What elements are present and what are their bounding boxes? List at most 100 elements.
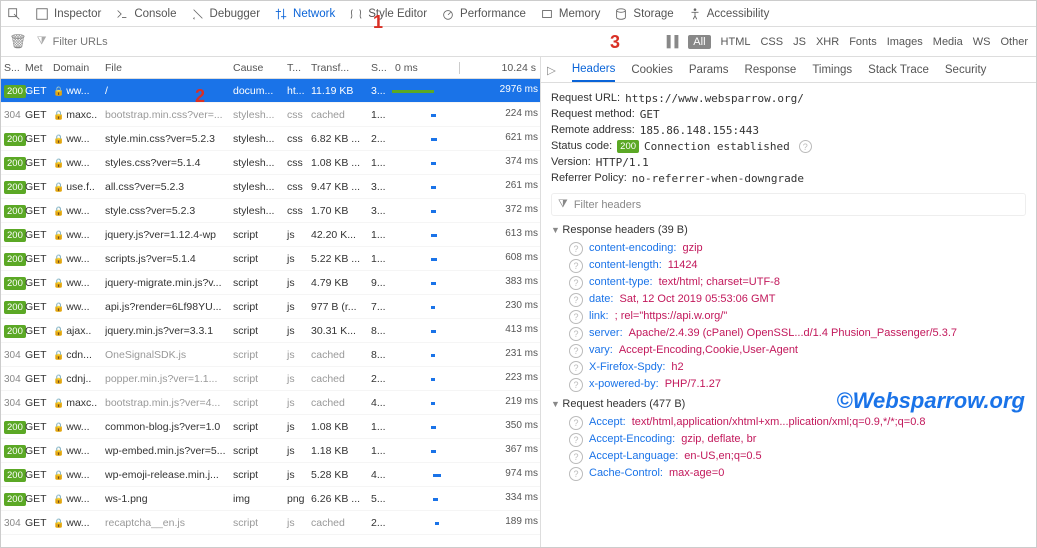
filter-icon: ⧩ <box>558 198 568 211</box>
header-line: ?Cache-Control max-age=0 <box>569 467 1026 481</box>
table-row[interactable]: 200GET🔒ww...wp-embed.min.js?ver=5...scri… <box>1 439 540 463</box>
header-line: ?Accept-Language en-US,en;q=0.5 <box>569 450 1026 464</box>
col-waterfall[interactable]: 0 ms10.24 s <box>391 62 540 74</box>
help-icon[interactable]: ? <box>569 433 583 447</box>
summary-status-k: Status code: <box>551 140 612 153</box>
col-file[interactable]: File <box>105 62 233 74</box>
filter-url-input[interactable] <box>53 36 163 48</box>
filter-types: ▐▐ All HTML CSS JS XHR Fonts Images Medi… <box>663 35 1028 49</box>
tool-picker[interactable] <box>7 7 21 21</box>
tool-style-editor[interactable]: Style Editor <box>349 7 427 21</box>
table-row[interactable]: 304GET🔒maxc..bootstrap.min.js?ver=4...sc… <box>1 391 540 415</box>
table-row[interactable]: 200GET🔒ww...styles.css?ver=5.1.4stylesh.… <box>1 151 540 175</box>
filter-other[interactable]: Other <box>1000 36 1028 48</box>
tab-response[interactable]: Response <box>745 59 797 81</box>
col-cause[interactable]: Cause <box>233 62 287 74</box>
trash-icon[interactable]: 🗑 <box>9 33 27 50</box>
filter-html[interactable]: HTML <box>721 36 751 48</box>
summary-remote-k: Remote address: <box>551 124 635 137</box>
pause-icon[interactable]: ▐▐ <box>663 36 679 48</box>
filter-xhr[interactable]: XHR <box>816 36 839 48</box>
help-icon[interactable]: ? <box>569 242 583 256</box>
table-row[interactable]: 304GET🔒cdn...OneSignalSDK.jsscriptjscach… <box>1 343 540 367</box>
col-type[interactable]: T... <box>287 62 311 74</box>
help-icon[interactable]: ? <box>569 467 583 481</box>
tool-network[interactable]: Network <box>274 7 335 21</box>
help-icon[interactable]: ? <box>569 450 583 464</box>
header-line: ?X-Firefox-Spdy h2 <box>569 361 1026 375</box>
filter-icon: ⧩ <box>37 35 47 48</box>
detail-tabs: ▷ Headers Cookies Params Response Timing… <box>541 57 1036 83</box>
col-domain[interactable]: Domain <box>53 62 105 74</box>
help-icon[interactable]: ? <box>569 416 583 430</box>
table-row[interactable]: 304GET🔒maxc..bootstrap.min.css?ver=...st… <box>1 103 540 127</box>
summary-ref-v: no-referrer-when-downgrade <box>632 172 804 185</box>
table-row[interactable]: 200GET🔒ww...style.min.css?ver=5.2.3style… <box>1 127 540 151</box>
filter-all[interactable]: All <box>688 35 710 49</box>
header-line: ?server Apache/2.4.39 (cPanel) OpenSSL..… <box>569 327 1026 341</box>
info-icon[interactable]: ? <box>799 140 812 153</box>
summary-status-code: 200 <box>617 140 639 153</box>
table-row[interactable]: 200GET🔒ww.../docum...ht...11.19 KB3...29… <box>1 79 540 103</box>
toggle-raw-icon[interactable]: ▷ <box>547 63 556 77</box>
filter-headers-box[interactable]: ⧩Filter headers <box>551 193 1026 216</box>
table-row[interactable]: 200GET🔒ww...wp-emoji-release.min.j...scr… <box>1 463 540 487</box>
filter-js[interactable]: JS <box>793 36 806 48</box>
col-method[interactable]: Met <box>25 62 53 74</box>
tab-cookies[interactable]: Cookies <box>631 59 673 81</box>
table-row[interactable]: 200GET🔒ww...api.js?render=6Lf98YU...scri… <box>1 295 540 319</box>
table-row[interactable]: 200GET🔒ww...style.css?ver=5.2.3stylesh..… <box>1 199 540 223</box>
summary-method-k: Request method: <box>551 108 635 121</box>
table-row[interactable]: 304GET🔒ww...recaptcha__en.jsscriptjscach… <box>1 511 540 535</box>
summary-url-v: https://www.websparrow.org/ <box>625 92 804 105</box>
header-line: ?content-length 11424 <box>569 259 1026 273</box>
help-icon[interactable]: ? <box>569 293 583 307</box>
col-transferred[interactable]: Transf... <box>311 62 371 74</box>
tab-params[interactable]: Params <box>689 59 729 81</box>
tool-console[interactable]: Console <box>115 7 176 21</box>
tool-debugger[interactable]: Debugger <box>191 7 261 21</box>
help-icon[interactable]: ? <box>569 327 583 341</box>
tab-timings[interactable]: Timings <box>812 59 852 81</box>
table-row[interactable]: 200GET🔒ww...common-blog.js?ver=1.0script… <box>1 415 540 439</box>
table-row[interactable]: 200GET🔒ww...scripts.js?ver=5.1.4scriptjs… <box>1 247 540 271</box>
filter-css[interactable]: CSS <box>760 36 783 48</box>
table-row[interactable]: 304GET🔒cdnj..popper.min.js?ver=1.1...scr… <box>1 367 540 391</box>
table-row[interactable]: 200GET🔒ww...jquery-migrate.min.js?v...sc… <box>1 271 540 295</box>
help-icon[interactable]: ? <box>569 378 583 392</box>
filter-images[interactable]: Images <box>887 36 923 48</box>
col-size[interactable]: S... <box>371 62 391 74</box>
filter-ws[interactable]: WS <box>973 36 991 48</box>
table-row[interactable]: 200GET🔒ww...ws-1.pngimgpng6.26 KB ...5..… <box>1 487 540 511</box>
tool-accessibility[interactable]: Accessibility <box>688 7 770 21</box>
filter-media[interactable]: Media <box>933 36 963 48</box>
tool-storage[interactable]: Storage <box>614 7 673 21</box>
summary-version-k: Version: <box>551 156 591 169</box>
devtools-toolbar: Inspector Console Debugger Network Style… <box>1 1 1036 27</box>
tool-memory[interactable]: Memory <box>540 7 601 21</box>
help-icon[interactable]: ? <box>569 259 583 273</box>
response-headers-section[interactable]: Response headers (39 B) <box>551 224 1026 236</box>
callout-3: 3 <box>610 32 620 53</box>
table-row[interactable]: 200GET🔒ww...jquery.js?ver=1.12.4-wpscrip… <box>1 223 540 247</box>
header-line: ?Accept-Encoding gzip, deflate, br <box>569 433 1026 447</box>
header-line: ?vary Accept-Encoding,Cookie,User-Agent <box>569 344 1026 358</box>
tab-headers[interactable]: Headers <box>572 58 615 82</box>
tool-inspector[interactable]: Inspector <box>35 7 101 21</box>
column-headers: S... Met Domain File Cause T... Transf..… <box>1 57 540 79</box>
table-row[interactable]: 200GET🔒use.f..all.css?ver=5.2.3stylesh..… <box>1 175 540 199</box>
summary-version-v: HTTP/1.1 <box>596 156 649 169</box>
table-row[interactable]: 200GET🔒ajax..jquery.min.js?ver=3.3.1scri… <box>1 319 540 343</box>
col-status[interactable]: S... <box>1 62 25 74</box>
help-icon[interactable]: ? <box>569 344 583 358</box>
filter-fonts[interactable]: Fonts <box>849 36 877 48</box>
help-icon[interactable]: ? <box>569 361 583 375</box>
help-icon[interactable]: ? <box>569 310 583 324</box>
callout-2: 2 <box>195 86 205 107</box>
callout-1: 1 <box>373 12 383 33</box>
tool-performance[interactable]: Performance <box>441 7 526 21</box>
help-icon[interactable]: ? <box>569 276 583 290</box>
summary-remote-v: 185.86.148.155:443 <box>640 124 759 137</box>
tab-security[interactable]: Security <box>945 59 987 81</box>
tab-stack-trace[interactable]: Stack Trace <box>868 59 929 81</box>
